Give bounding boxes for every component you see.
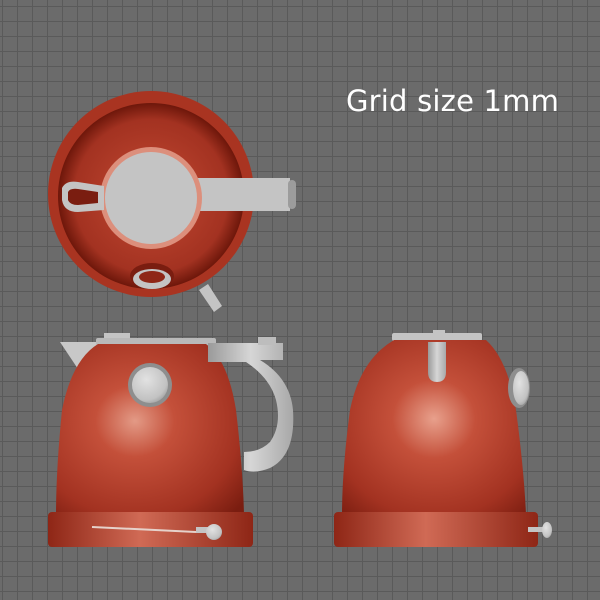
top-view-switch	[199, 284, 222, 312]
modeling-viewport[interactable]: Grid size 1mm	[0, 0, 600, 600]
side-view	[334, 330, 552, 547]
side-view-base	[334, 512, 538, 547]
top-view	[48, 91, 296, 312]
front-view-switch	[206, 524, 222, 540]
kettle-views	[48, 91, 552, 547]
front-view-button	[132, 367, 168, 403]
side-view-handle	[428, 342, 446, 382]
side-view-switch	[542, 522, 552, 538]
top-view-lid	[105, 152, 197, 244]
front-view	[48, 333, 294, 547]
top-view-handle-end	[288, 180, 296, 209]
side-view-button	[513, 371, 529, 405]
top-view-handle-bar	[190, 178, 290, 211]
